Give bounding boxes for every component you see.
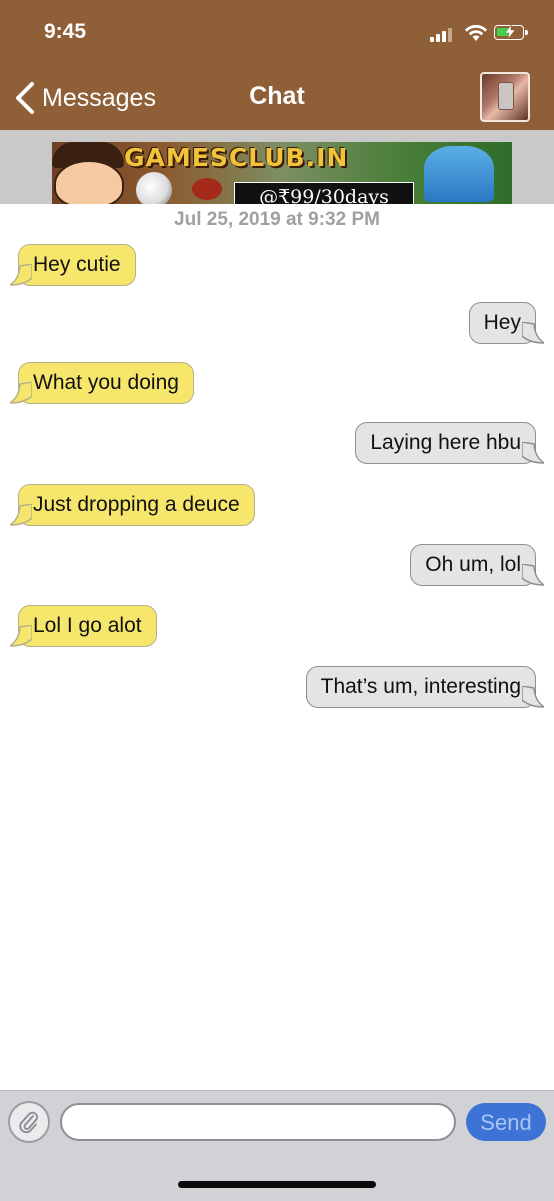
back-button[interactable]: Messages	[12, 80, 156, 116]
incoming-message[interactable]: What you doing	[10, 362, 194, 404]
soccer-ball-icon	[136, 172, 172, 204]
paperclip-icon	[19, 1111, 38, 1134]
bubble-tail	[522, 322, 544, 344]
incoming-message[interactable]: Lol I go alot	[10, 605, 157, 647]
message-bubble: Oh um, lol	[410, 544, 544, 586]
message-bubble: What you doing	[10, 362, 194, 404]
message-text: Laying here hbu	[370, 431, 521, 454]
home-indicator	[178, 1181, 376, 1188]
message-bubble: That’s um, interesting	[305, 666, 544, 708]
conversation-timestamp: Jul 25, 2019 at 9:32 PM	[174, 209, 380, 230]
wifi-icon	[465, 24, 487, 41]
message-text: Hey cutie	[33, 253, 121, 276]
message-text: Just dropping a deuce	[33, 493, 240, 516]
bubble-tail	[10, 625, 32, 647]
bubble-tail	[522, 564, 544, 586]
bubble-tail	[10, 504, 32, 526]
bubble-tail	[10, 264, 32, 286]
ad-price-text: @₹99/30days	[234, 182, 414, 204]
ad-logo-text: GAMESCLUB.IN	[124, 143, 349, 172]
send-button[interactable]: Send	[466, 1103, 546, 1141]
message-bubble: Hey cutie	[10, 244, 136, 286]
rugby-ball-icon	[192, 178, 222, 200]
message-text: That’s um, interesting	[320, 675, 521, 698]
message-input[interactable]	[60, 1103, 456, 1141]
attach-button[interactable]	[8, 1101, 50, 1143]
message-text: What you doing	[33, 371, 179, 394]
contact-avatar[interactable]	[480, 72, 530, 122]
message-text: Hey	[483, 311, 521, 334]
message-text: Oh um, lol	[425, 553, 521, 576]
message-bubble: Laying here hbu	[355, 422, 544, 464]
cellular-signal-icon	[430, 28, 456, 42]
ad-banner-area: GAMESCLUB.IN @₹99/30days	[0, 130, 554, 204]
ad-banner[interactable]: GAMESCLUB.IN @₹99/30days	[52, 142, 512, 204]
message-text: Lol I go alot	[33, 614, 142, 637]
bubble-tail	[522, 686, 544, 708]
bubble-tail	[10, 382, 32, 404]
charging-bolt-icon	[505, 25, 515, 39]
message-bubble: Just dropping a deuce	[10, 484, 255, 526]
avatar-photo-detail	[498, 82, 514, 110]
incoming-message[interactable]: Just dropping a deuce	[10, 484, 255, 526]
back-label: Messages	[42, 83, 156, 112]
top-bar: 9:45 Messages Chat	[0, 0, 554, 130]
ad-character-face	[54, 160, 124, 204]
chevron-left-icon	[16, 82, 34, 114]
battery-icon	[494, 25, 528, 40]
bubble-tail	[522, 442, 544, 464]
message-composer: Send	[0, 1090, 554, 1201]
status-time: 9:45	[44, 20, 87, 43]
outgoing-message[interactable]: Hey	[468, 302, 544, 344]
status-icons	[430, 24, 534, 44]
message-bubble: Lol I go alot	[10, 605, 157, 647]
incoming-message[interactable]: Hey cutie	[10, 244, 136, 286]
battery-nub	[525, 30, 528, 35]
outgoing-message[interactable]: That’s um, interesting	[305, 666, 544, 708]
outgoing-message[interactable]: Laying here hbu	[355, 422, 544, 464]
message-bubble: Hey	[468, 302, 544, 344]
outgoing-message[interactable]: Oh um, lol	[410, 544, 544, 586]
cricket-player-image	[424, 146, 494, 202]
